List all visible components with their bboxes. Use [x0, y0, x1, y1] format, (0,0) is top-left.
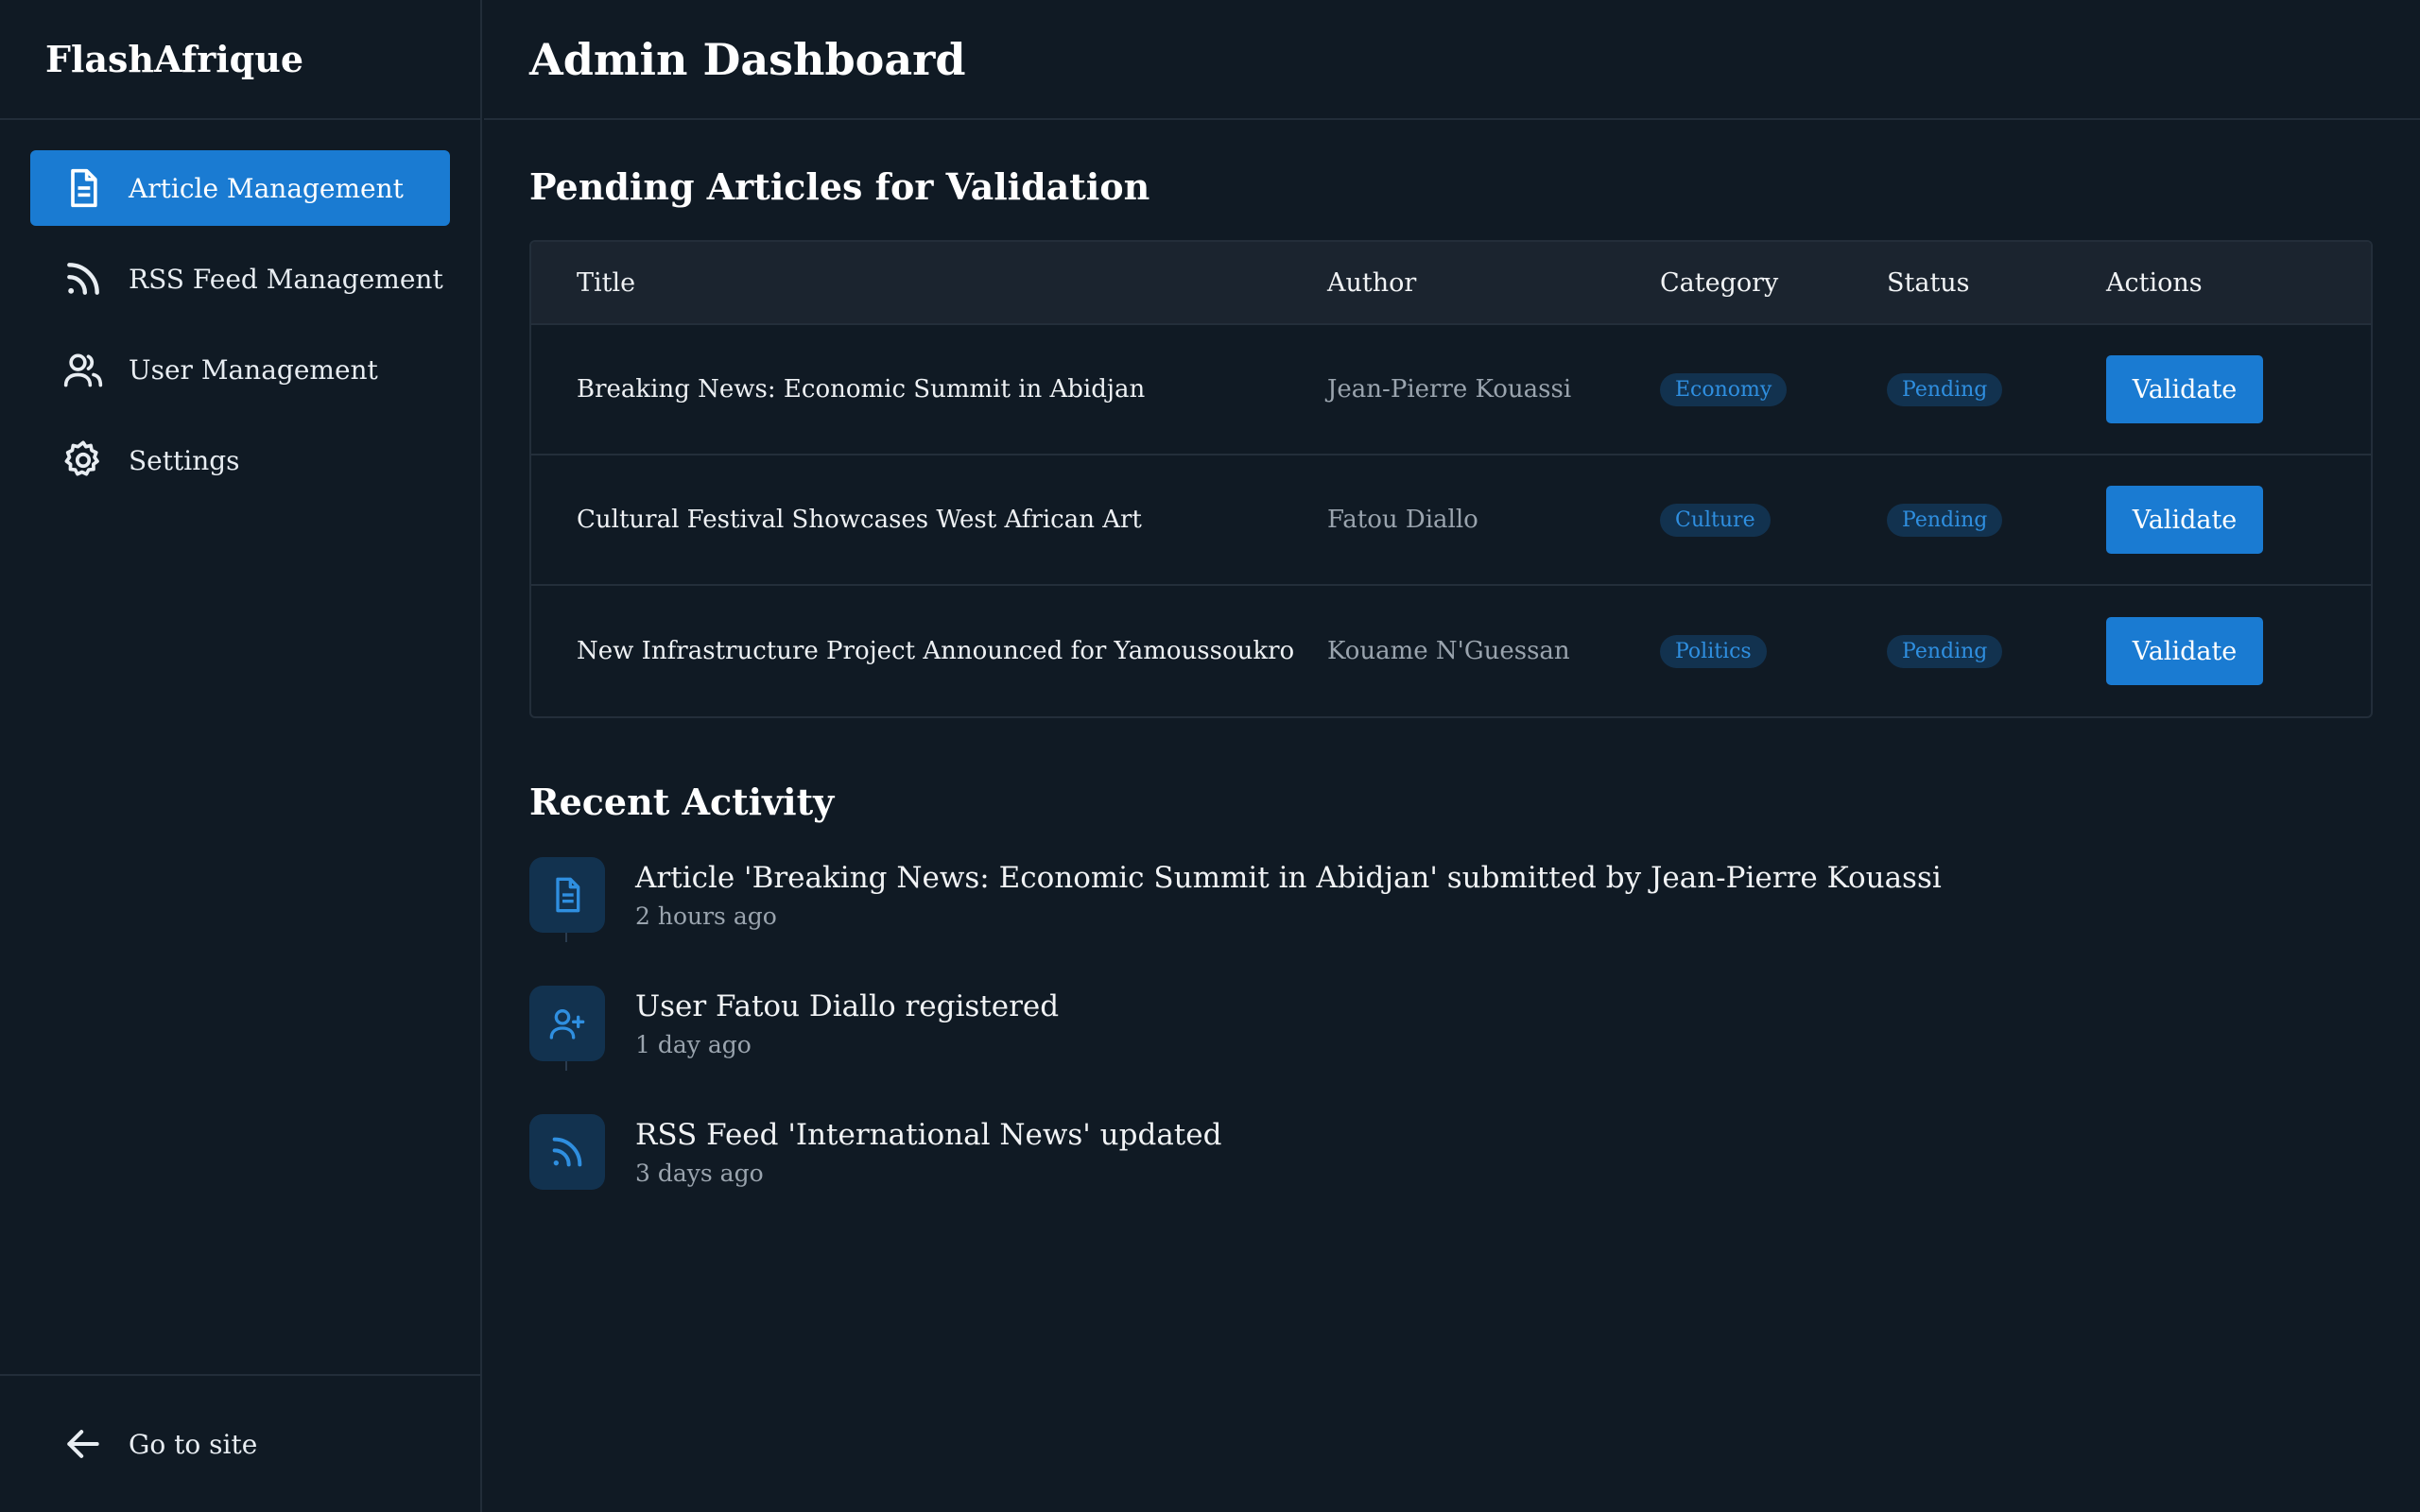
- column-header-status: Status: [1887, 267, 1970, 298]
- activity-message: User Fatou Diallo registered: [635, 989, 1060, 1023]
- table-row: Breaking News: Economic Summit in Abidja…: [531, 325, 2371, 455]
- column-header-author: Author: [1327, 267, 1417, 298]
- pending-articles-title: Pending Articles for Validation: [529, 165, 1150, 208]
- validate-button[interactable]: Validate: [2106, 355, 2263, 423]
- document-icon: [62, 167, 104, 209]
- category-badge: Economy: [1660, 372, 1788, 406]
- users-icon: [62, 349, 104, 390]
- sidebar-item-label: RSS Feed Management: [129, 263, 443, 295]
- sidebar-item-user-management[interactable]: User Management: [30, 332, 450, 407]
- rss-icon: [529, 1114, 605, 1190]
- activity-time: 3 days ago: [635, 1160, 764, 1187]
- category-badge: Culture: [1660, 503, 1771, 537]
- category-badge: Politics: [1660, 634, 1767, 668]
- activity-time: 1 day ago: [635, 1031, 752, 1058]
- activity-item: Article 'Breaking News: Economic Summit …: [529, 857, 2375, 986]
- activity-message: RSS Feed 'International News' updated: [635, 1118, 1222, 1152]
- gear-icon: [62, 439, 104, 481]
- article-author: Jean-Pierre Kouassi: [1327, 375, 1572, 404]
- sidebar-item-label: Article Management: [129, 172, 404, 204]
- table-row: Cultural Festival Showcases West African…: [531, 455, 2371, 586]
- brand-logo[interactable]: FlashAfrique: [0, 0, 480, 120]
- sidebar-item-label: User Management: [129, 353, 378, 386]
- activity-message: Article 'Breaking News: Economic Summit …: [635, 861, 1942, 895]
- table-header: Title Author Category Status Actions: [531, 242, 2371, 325]
- article-title: Breaking News: Economic Summit in Abidja…: [577, 375, 1146, 404]
- recent-activity-title: Recent Activity: [529, 781, 835, 823]
- sidebar-item-rss-feed-management[interactable]: RSS Feed Management: [30, 241, 450, 317]
- document-icon: [529, 857, 605, 942]
- activity-item: RSS Feed 'International News' updated 3 …: [529, 1114, 2375, 1243]
- sidebar-item-label: Settings: [129, 444, 240, 476]
- go-to-site-link[interactable]: Go to site: [0, 1374, 480, 1512]
- pending-articles-table: Title Author Category Status Actions Bre…: [529, 240, 2373, 718]
- article-author: Kouame N'Guessan: [1327, 637, 1570, 665]
- sidebar: FlashAfrique Article Management RSS Feed…: [0, 0, 482, 1512]
- rss-icon: [62, 258, 104, 300]
- article-author: Fatou Diallo: [1327, 506, 1478, 534]
- validate-button[interactable]: Validate: [2106, 617, 2263, 685]
- article-title: New Infrastructure Project Announced for…: [577, 637, 1295, 665]
- content-area: Pending Articles for Validation Title Au…: [484, 120, 2420, 1243]
- page-title: Admin Dashboard: [529, 33, 966, 85]
- activity-item: User Fatou Diallo registered 1 day ago: [529, 986, 2375, 1114]
- go-to-site-label: Go to site: [129, 1428, 258, 1460]
- arrow-left-icon: [62, 1423, 104, 1465]
- column-header-category: Category: [1660, 267, 1779, 298]
- status-badge: Pending: [1887, 503, 2003, 537]
- column-header-actions: Actions: [2106, 267, 2203, 298]
- table-row: New Infrastructure Project Announced for…: [531, 586, 2371, 716]
- user-plus-icon: [529, 986, 605, 1071]
- main-content: Admin Dashboard Pending Articles for Val…: [484, 0, 2420, 1512]
- article-title: Cultural Festival Showcases West African…: [577, 506, 1142, 534]
- column-header-title: Title: [577, 267, 636, 298]
- validate-button[interactable]: Validate: [2106, 486, 2263, 554]
- sidebar-item-article-management[interactable]: Article Management: [30, 150, 450, 226]
- app-root: FlashAfrique Article Management RSS Feed…: [0, 0, 2420, 1512]
- status-badge: Pending: [1887, 372, 2003, 406]
- status-badge: Pending: [1887, 634, 2003, 668]
- sidebar-item-settings[interactable]: Settings: [30, 422, 450, 498]
- sidebar-nav: Article Management RSS Feed Management U…: [0, 120, 480, 498]
- activity-time: 2 hours ago: [635, 902, 777, 930]
- top-bar: Admin Dashboard: [484, 0, 2420, 120]
- activity-list: Article 'Breaking News: Economic Summit …: [529, 857, 2375, 1243]
